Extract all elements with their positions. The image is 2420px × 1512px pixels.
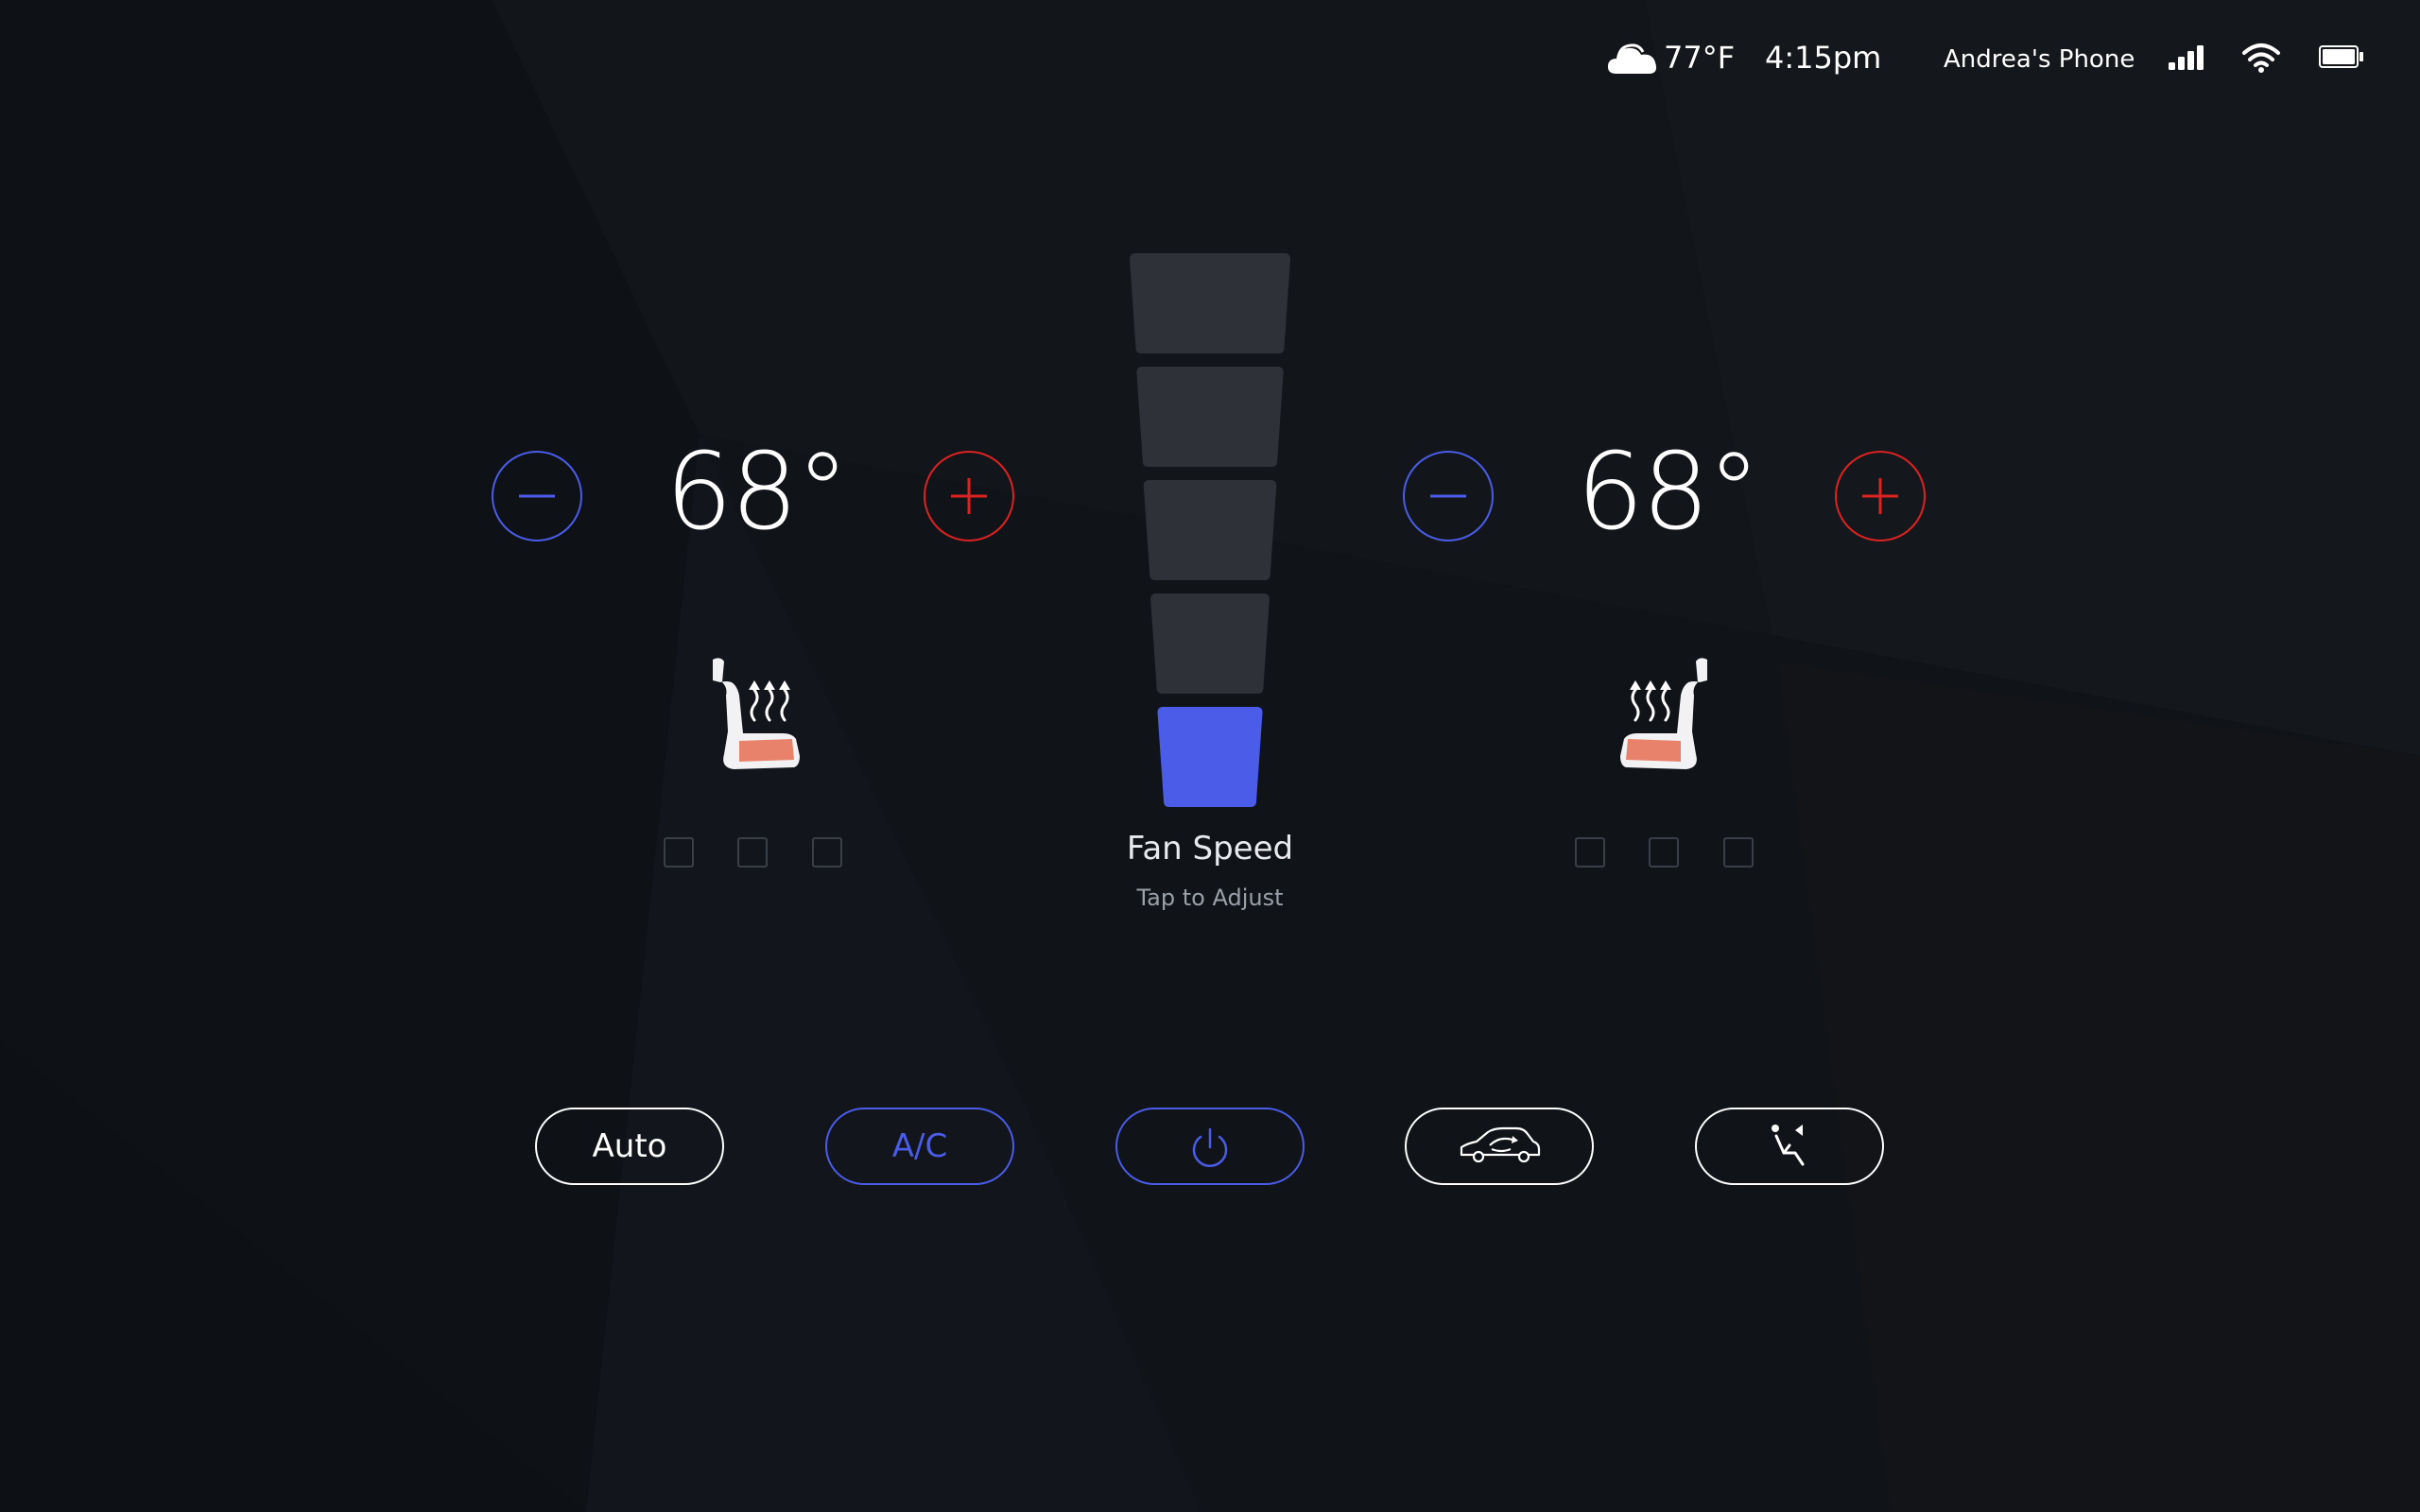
- driver-temp-decrease-button[interactable]: [492, 451, 582, 541]
- passenger-temp-decrease-button[interactable]: [1403, 451, 1494, 541]
- plus-icon: [1862, 478, 1898, 514]
- minus-icon: [1430, 494, 1466, 498]
- fan-speed-segment-3[interactable]: [1143, 480, 1277, 580]
- fan-speed-segment-5[interactable]: [1130, 253, 1290, 353]
- driver-seat-heat-level-3[interactable]: [812, 837, 842, 868]
- driver-heated-seat-icon[interactable]: [701, 654, 805, 777]
- battery-icon: [2319, 45, 2363, 68]
- power-icon: [1192, 1127, 1228, 1167]
- ac-button[interactable]: A/C: [825, 1108, 1014, 1185]
- fan-speed-segment-1[interactable]: [1157, 707, 1263, 807]
- minus-icon: [519, 494, 555, 498]
- fan-speed-segment-2[interactable]: [1150, 593, 1270, 694]
- outside-temperature: 77°F: [1664, 40, 1736, 76]
- wifi-icon: [2242, 43, 2280, 73]
- fan-speed-bar[interactable]: [1125, 253, 1295, 811]
- airflow-button[interactable]: [1695, 1108, 1884, 1185]
- passenger-seat-heat-level-1[interactable]: [1575, 837, 1605, 868]
- fan-speed-segment-4[interactable]: [1136, 367, 1284, 467]
- passenger-temperature: 68°: [1576, 431, 1761, 554]
- passenger-seat-heat-level-2[interactable]: [1649, 837, 1679, 868]
- recirculation-button[interactable]: [1405, 1108, 1594, 1185]
- climate-screen: 77°F 4:15pm Andrea's Phone 68° Fan Speed…: [0, 0, 2420, 1512]
- auto-button[interactable]: Auto: [535, 1108, 724, 1185]
- driver-temp-increase-button[interactable]: [924, 451, 1014, 541]
- power-button[interactable]: [1115, 1108, 1305, 1185]
- plus-icon: [951, 478, 987, 514]
- fan-speed-title: Fan Speed: [1126, 830, 1294, 868]
- fan-speed-hint: Tap to Adjust: [1136, 885, 1284, 911]
- car-recirculation-icon: [1460, 1126, 1541, 1163]
- connected-device-name[interactable]: Andrea's Phone: [1944, 45, 2135, 74]
- passenger-temp-increase-button[interactable]: [1835, 451, 1926, 541]
- passenger-seat-heat-level-3[interactable]: [1723, 837, 1754, 868]
- airflow-direction-icon: [1772, 1125, 1805, 1166]
- driver-seat-heat-level-2[interactable]: [737, 837, 768, 868]
- driver-temperature: 68°: [665, 431, 850, 554]
- status-bar: 77°F 4:15pm Andrea's Phone: [1598, 36, 2373, 83]
- passenger-heated-seat-icon[interactable]: [1615, 654, 1719, 777]
- clock-time: 4:15pm: [1765, 40, 1882, 76]
- cellular-signal-icon: [2169, 45, 2204, 70]
- driver-seat-heat-level-1[interactable]: [664, 837, 694, 868]
- cloud-icon: [1607, 43, 1657, 74]
